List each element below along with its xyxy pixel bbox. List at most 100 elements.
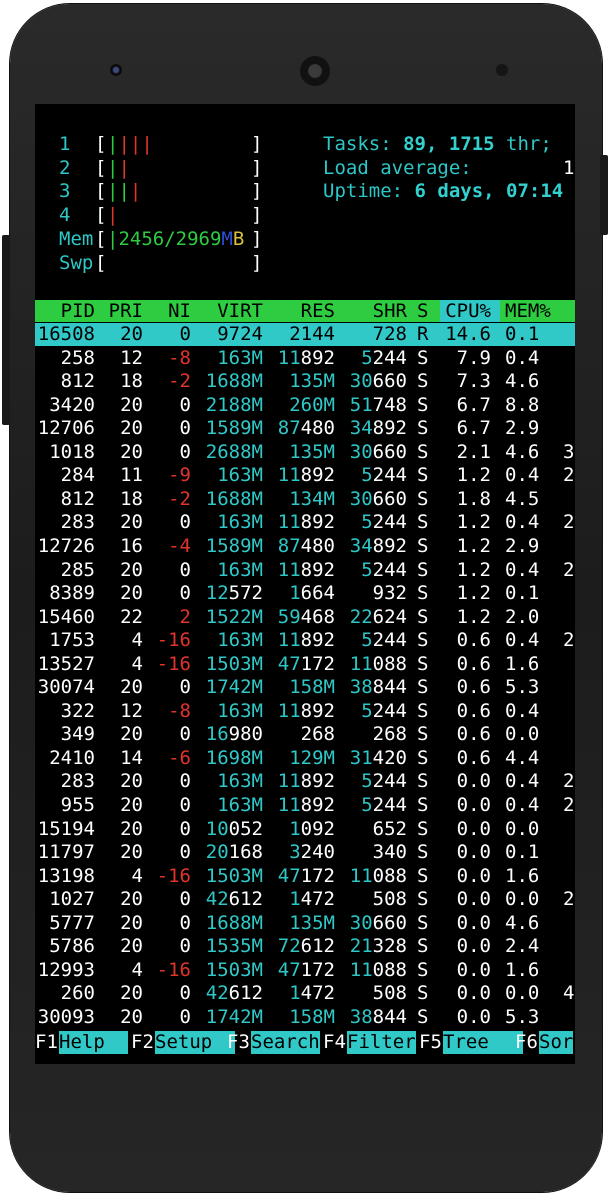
table-row[interactable]: 1027 20 0 42612 1472 508 S 0.0 0.0 2 [35, 888, 575, 912]
load-average-line: Load average: 1 [323, 157, 575, 179]
table-row[interactable]: 15460 22 2 1522M 59468 22624 S 1.2 2.0 [35, 606, 575, 630]
table-row[interactable]: 285 20 0 163M 11892 5244 S 1.2 0.4 2 [35, 559, 575, 583]
digit-group: 892 [300, 346, 335, 369]
table-cell: 4 [131, 864, 143, 887]
table-cell: 1664 [263, 582, 335, 606]
table-row[interactable]: 260 20 0 42612 1472 508 S 0.0 0.0 4 [35, 982, 575, 1006]
table-cell: 812 [60, 370, 95, 393]
table-cell: 6.7 [456, 417, 491, 440]
digit-group: 468 [300, 605, 335, 628]
table-row[interactable]: 11797 20 0 20168 3240 340 S 0.0 0.1 [35, 841, 575, 865]
table-cell: -8 [168, 699, 191, 722]
column-header-pri[interactable]: PRI [95, 300, 143, 322]
function-key-f3-label[interactable]: Search [251, 1031, 320, 1054]
table-row[interactable]: 283 20 0 163M 11892 5244 S 1.2 0.4 2 [35, 511, 575, 535]
table-cell: 0.6 [456, 746, 491, 769]
function-key-f4: F4 [323, 1031, 346, 1053]
table-row[interactable]: 30093 20 0 1742M 158M 38844 S 0.0 5.3 [35, 1006, 575, 1030]
table-cell: 2.9 [505, 417, 540, 440]
table-cell: 11088 [335, 653, 407, 677]
column-header-shr[interactable]: SHR [335, 300, 407, 322]
table-row[interactable]: 1018 20 0 2688M 135M 30660 S 2.1 4.6 3 [35, 441, 575, 465]
digit-group: 088 [372, 652, 407, 675]
function-key-f6-label[interactable]: Sor [539, 1031, 574, 1054]
table-cell: 2.4 [505, 935, 540, 958]
meter-bracket-open: [ [95, 180, 107, 202]
table-cell: 30660 [335, 488, 407, 512]
column-header-res[interactable]: RES [263, 300, 335, 322]
function-key-f1-label[interactable]: Help [59, 1031, 128, 1054]
table-cell: 2410 [49, 746, 95, 769]
power-button[interactable] [600, 155, 608, 235]
digit-group: 980 [228, 723, 263, 746]
table-row[interactable]: 8389 20 0 12572 1664 932 S 1.2 0.1 [35, 582, 575, 606]
table-row[interactable]: 258 12 -8 163M 11892 5244 S 7.9 0.4 [35, 347, 575, 371]
table-row[interactable]: 5786 20 0 1535M 72612 21328 S 0.0 2.4 [35, 935, 575, 959]
table-cell: 12 [120, 699, 143, 722]
table-cell: 38844 [335, 676, 407, 700]
table-row[interactable]: 812 18 -2 1688M 134M 30660 S 1.8 4.5 [35, 488, 575, 512]
table-row[interactable]: 283 20 0 163M 11892 5244 S 0.0 0.4 2 [35, 770, 575, 794]
meter-bracket-close: ] [251, 133, 263, 155]
table-cell: 812 [60, 487, 95, 510]
cpu-meter-bars: |||| [107, 133, 153, 156]
table-row[interactable]: 955 20 0 163M 11892 5244 S 0.0 0.4 2 [35, 794, 575, 818]
process-table-header[interactable]: PID PRI NI VIRT RES SHR S CPU% MEM% [35, 300, 575, 322]
table-cell: 30660 [335, 441, 407, 465]
function-key-f4-label[interactable]: Filter [347, 1031, 416, 1054]
table-cell: 260 [60, 982, 95, 1005]
table-cell: 0 [179, 982, 191, 1005]
table-row[interactable]: 12993 4 -16 1503M 47172 11088 S 0.0 1.6 [35, 959, 575, 983]
table-cell: 14 [120, 746, 143, 769]
digit-group: 052 [228, 817, 263, 840]
column-header-mem-pct[interactable]: MEM% [505, 300, 565, 322]
table-row[interactable]: 12726 16 -4 1589M 87480 34892 S 1.2 2.9 [35, 535, 575, 559]
digit-group: 660 [372, 440, 407, 463]
table-cell: 1742M [205, 676, 263, 699]
table-row[interactable]: 30074 20 0 1742M 158M 38844 S 0.6 5.3 [35, 676, 575, 700]
table-row[interactable]: 12706 20 0 1589M 87480 34892 S 6.7 2.9 [35, 417, 575, 441]
digit-group: 22 [349, 605, 373, 628]
volume-button[interactable] [2, 235, 10, 425]
table-cell: 163M [217, 794, 263, 816]
table-row[interactable]: 812 18 -2 1688M 135M 30660 S 7.3 4.6 [35, 370, 575, 394]
memory-bar-segment: | [107, 228, 119, 250]
table-cell: 0.6 [456, 652, 491, 675]
table-row[interactable]: 13527 4 -16 1503M 47172 11088 S 0.6 1.6 [35, 653, 575, 677]
table-cell: 2 [563, 511, 575, 534]
table-cell: 349 [60, 723, 95, 746]
table-cell: 163M [217, 346, 263, 369]
column-header-virt[interactable]: VIRT [191, 300, 263, 322]
digit-group: 5 [361, 464, 373, 487]
table-row[interactable]: 349 20 0 16980 268 268 S 0.6 0.0 [35, 723, 575, 747]
table-row[interactable]: 13198 4 -16 1503M 47172 11088 S 0.0 1.6 [35, 865, 575, 889]
table-row[interactable]: 15194 20 0 10052 1092 652 S 0.0 0.0 [35, 818, 575, 842]
table-row[interactable]: 1753 4 -16 163M 11892 5244 S 0.6 0.4 2 [35, 629, 575, 653]
table-cell: 2.9 [505, 534, 540, 557]
terminal-screen: 1[||||] 2[||] 3[|||] 4[|] Mem[|2456/2969MB] S… [35, 104, 575, 1064]
column-header-s[interactable]: S [417, 300, 431, 322]
table-row[interactable]: 5777 20 0 1688M 135M 30660 S 0.0 4.6 [35, 912, 575, 936]
function-key-f2-label[interactable]: Setup [155, 1031, 236, 1054]
column-header-cpu-pct[interactable]: CPU% [431, 300, 491, 322]
table-row[interactable]: 3420 20 0 2188M 260M 51748 S 6.7 8.8 [35, 394, 575, 418]
digit-group: 34 [349, 534, 373, 557]
table-cell: 1092 [263, 818, 335, 842]
table-cell: 12726 [37, 534, 95, 557]
table-row[interactable]: 284 11 -9 163M 11892 5244 S 1.2 0.4 2 [35, 464, 575, 488]
column-header-ni[interactable]: NI [143, 300, 191, 322]
table-row[interactable]: 16508 20 0 9724 2144 728 R 14.6 0.1 [35, 323, 575, 347]
table-cell: 2 [179, 605, 191, 628]
table-cell: 5244 [335, 559, 407, 583]
table-cell: 135M [289, 911, 335, 934]
function-key-f5-label[interactable]: Tree [443, 1031, 524, 1054]
table-row[interactable]: 322 12 -8 163M 11892 5244 S 0.6 0.4 [35, 700, 575, 724]
table-cell: 20 [120, 676, 143, 699]
column-header-pid[interactable]: PID [35, 300, 95, 322]
digit-group: 47 [277, 652, 301, 675]
table-cell: 11088 [335, 959, 407, 983]
table-cell: 12 [120, 346, 143, 369]
table-cell: S [417, 746, 429, 769]
table-row[interactable]: 2410 14 -6 1698M 129M 31420 S 0.6 4.4 [35, 747, 575, 771]
table-cell: 4.4 [505, 746, 540, 769]
